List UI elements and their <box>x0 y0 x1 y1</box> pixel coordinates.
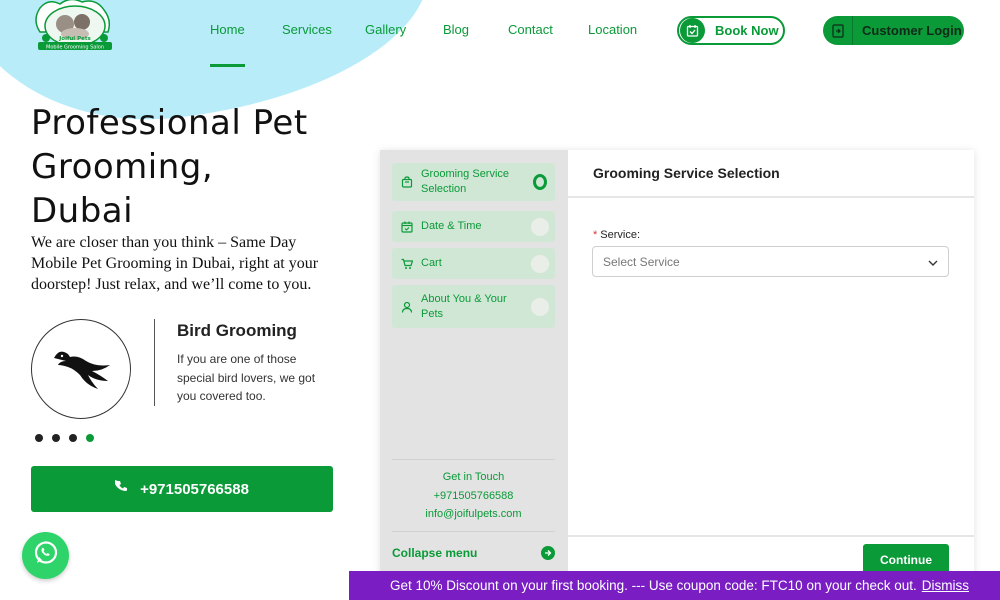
cart-icon <box>401 258 415 270</box>
contact-phone[interactable]: +971505766588 <box>392 487 555 506</box>
main-nav: Home Services Gallery Blog Contact Locat… <box>0 0 1000 67</box>
sidebar-contact: Get in Touch +971505766588 info@joifulpe… <box>392 459 555 524</box>
phone-icon <box>114 480 128 498</box>
hero-title-line-1: Professional Pet <box>31 103 308 143</box>
service-label-text: Service: <box>600 229 641 241</box>
hero-title-line-3: Dubai <box>31 191 134 231</box>
arrow-right-icon <box>541 546 555 560</box>
step-date-time[interactable]: Date & Time <box>392 211 555 242</box>
book-now-button[interactable]: Book Now <box>677 16 785 45</box>
feature-divider <box>154 319 155 406</box>
promo-banner: Get 10% Discount on your first booking. … <box>349 571 1000 600</box>
required-marker: * <box>593 229 598 241</box>
user-icon <box>401 301 415 313</box>
nav-home[interactable]: Home <box>210 22 245 67</box>
step-active-indicator <box>533 174 547 190</box>
customer-login-label: Customer Login <box>862 23 962 38</box>
phone-button-label: +971505766588 <box>140 480 249 498</box>
collapse-menu-button[interactable]: Collapse menu <box>392 531 555 574</box>
book-now-label: Book Now <box>715 23 779 38</box>
whatsapp-icon <box>32 539 60 572</box>
hero-title: Professional Pet Grooming, Dubai <box>31 101 361 233</box>
booking-step-title: Grooming Service Selection <box>593 165 780 181</box>
carousel-dot-2[interactable] <box>52 434 60 442</box>
calendar-icon <box>401 221 415 233</box>
whatsapp-button[interactable] <box>22 532 69 579</box>
chevron-down-icon <box>928 253 938 271</box>
hero-subtitle: We are closer than you think – Same Day … <box>31 234 319 293</box>
carousel-dots <box>35 434 94 442</box>
step-label: Grooming Service Selection <box>421 168 510 195</box>
step-label: Cart <box>421 257 442 269</box>
cart-bag-icon <box>401 176 415 188</box>
nav-gallery[interactable]: Gallery <box>365 22 406 37</box>
carousel-dot-1[interactable] <box>35 434 43 442</box>
nav-contact[interactable]: Contact <box>508 22 553 37</box>
step-status-indicator <box>531 254 549 273</box>
hero-title-line-2: Grooming, <box>31 147 214 187</box>
feature-description: If you are one of those special bird lov… <box>177 352 316 403</box>
footer-divider <box>568 535 974 537</box>
contact-heading: Get in Touch <box>442 471 505 483</box>
step-label: About You & Your Pets <box>421 292 507 320</box>
login-icon <box>823 16 853 45</box>
step-status-indicator <box>531 297 549 316</box>
nav-services[interactable]: Services <box>282 22 332 37</box>
collapse-menu-label: Collapse menu <box>392 546 478 560</box>
dismiss-link[interactable]: Dismiss <box>922 578 969 593</box>
header-divider <box>568 196 974 198</box>
feature-icon-circle <box>31 319 131 419</box>
feature-title: Bird Grooming <box>177 321 297 340</box>
contact-email[interactable]: info@joifulpets.com <box>392 505 555 524</box>
step-status-indicator <box>531 217 549 236</box>
nav-location[interactable]: Location <box>588 22 637 37</box>
phone-call-button[interactable]: +971505766588 <box>31 466 333 512</box>
bird-icon <box>50 344 112 395</box>
calendar-check-icon <box>680 18 705 43</box>
booking-widget: Grooming Service Selection Date & Time C… <box>380 150 974 600</box>
carousel-dot-4[interactable] <box>86 434 94 442</box>
promo-text: Get 10% Discount on your first booking. … <box>390 578 917 593</box>
step-about-you[interactable]: About You & Your Pets <box>392 285 555 328</box>
step-service-selection[interactable]: Grooming Service Selection <box>392 163 555 201</box>
step-label: Date & Time <box>421 220 482 232</box>
service-select-placeholder: Select Service <box>603 254 680 269</box>
carousel-dot-3[interactable] <box>69 434 77 442</box>
step-cart[interactable]: Cart <box>392 248 555 279</box>
service-select[interactable]: Select Service <box>592 246 949 277</box>
service-field-label: * Service: <box>593 229 640 241</box>
booking-steps-sidebar: Grooming Service Selection Date & Time C… <box>380 150 568 600</box>
nav-blog[interactable]: Blog <box>443 22 469 37</box>
customer-login-button[interactable]: Customer Login <box>823 16 964 45</box>
